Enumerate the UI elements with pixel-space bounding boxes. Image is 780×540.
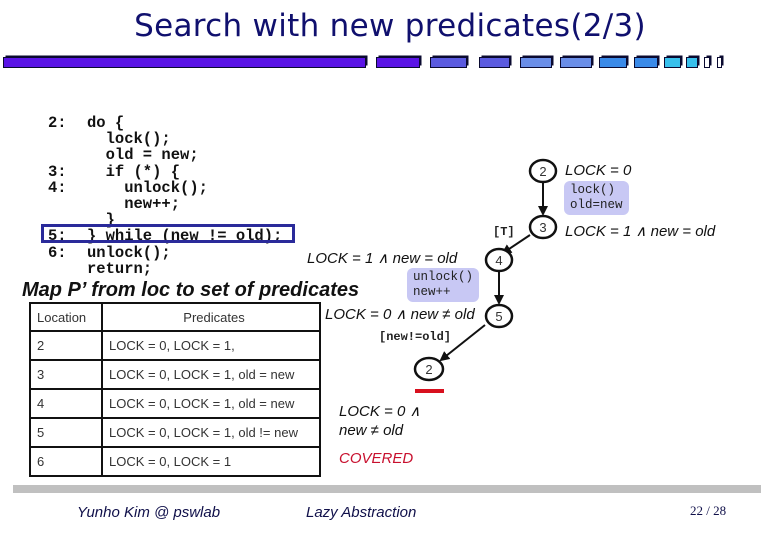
action-line: lock() — [570, 183, 616, 197]
action-line: unlock() — [413, 270, 474, 284]
edge-2-3-actions: lock() old=new — [564, 181, 629, 215]
node-4-formula: LOCK = 1 ∧ new = old — [307, 250, 458, 267]
node-4-label: 4 — [495, 253, 502, 268]
node-3-formula: LOCK = 1 ∧ new = old — [565, 223, 716, 240]
node-2-formula: LOCK = 0 — [565, 162, 632, 179]
page-number: 22 / 28 — [690, 503, 727, 518]
node-2-covered-label: 2 — [425, 362, 432, 377]
node-5-label: 5 — [495, 309, 502, 324]
edge-3-4-condition: [T] — [493, 225, 515, 239]
node-5-formula: LOCK = 0 ∧ new ≠ old — [325, 306, 475, 323]
node-3-label: 3 — [539, 220, 546, 235]
footer-topic: Lazy Abstraction — [306, 504, 417, 521]
covered-status: COVERED — [339, 450, 414, 467]
covered-node-formula-line2: new ≠ old — [339, 422, 404, 439]
footer-divider — [13, 485, 761, 493]
action-line: old=new — [570, 198, 623, 212]
node-2-root-label: 2 — [539, 164, 546, 179]
edge-4-5-actions: unlock() new++ — [407, 268, 480, 302]
footer-author: Yunho Kim @ pswlab — [77, 504, 221, 521]
edge-5-2-condition: [new!=old] — [379, 330, 452, 344]
covered-node-formula-line1: LOCK = 0 ∧ — [339, 403, 421, 420]
action-line: new++ — [413, 285, 451, 299]
